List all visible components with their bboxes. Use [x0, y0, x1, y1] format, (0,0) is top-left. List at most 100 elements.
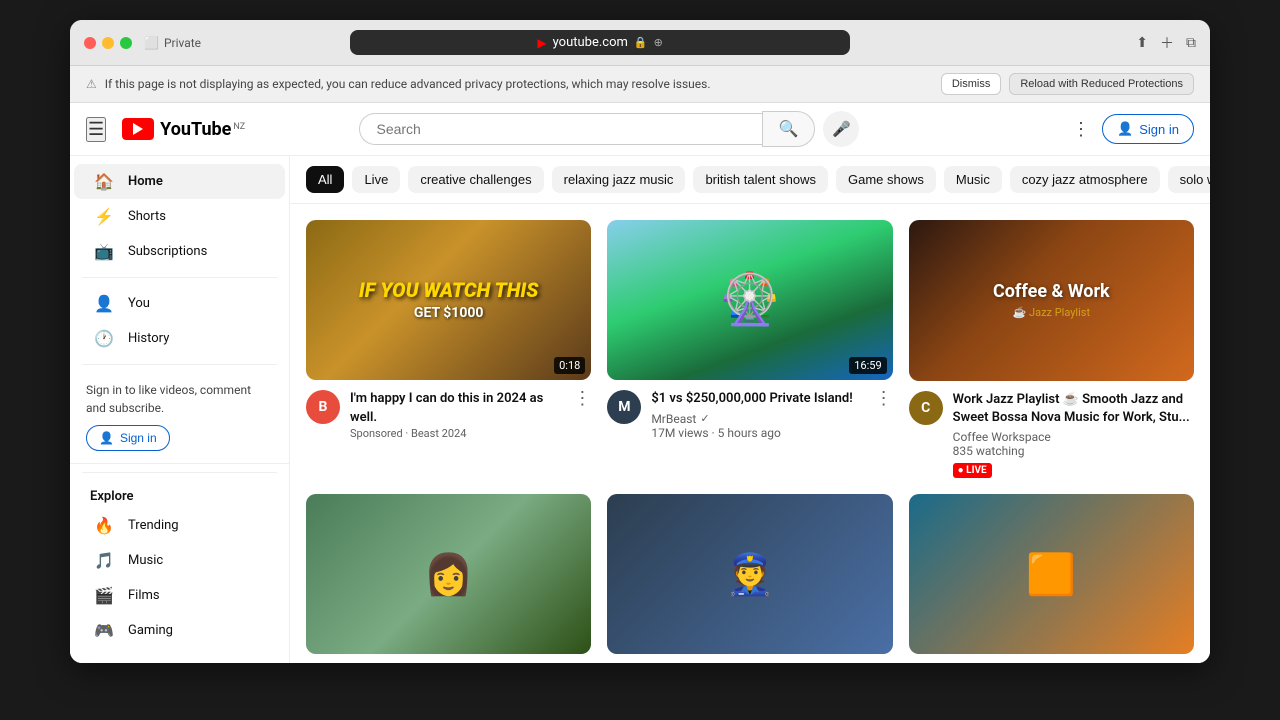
header-right: ⋮ 👤 Sign in	[1072, 114, 1194, 144]
filter-chip-music[interactable]: Music	[944, 166, 1002, 193]
region-label: NZ	[233, 122, 245, 132]
video-info-1: I'm happy I can do this in 2024 as well.…	[350, 390, 563, 439]
maximize-button[interactable]	[120, 37, 132, 49]
search-button[interactable]: 🔍	[762, 111, 816, 147]
filter-chip-relaxing[interactable]: relaxing jazz music	[552, 166, 686, 193]
more-options-2[interactable]: ⋮	[875, 388, 893, 409]
more-options-6[interactable]: ⋮	[1176, 662, 1194, 663]
sidebar-label-subscriptions: Subscriptions	[128, 244, 207, 259]
filter-chip-live[interactable]: Live	[352, 166, 400, 193]
sign-in-section: Sign in to like videos, comment and subs…	[70, 373, 289, 464]
history-icon: 🕐	[94, 329, 114, 348]
sidebar-item-subscriptions[interactable]: 📺 Subscriptions	[74, 234, 285, 269]
thumb-bg-6: 🟧	[909, 494, 1194, 655]
channel-avatar-2: M	[607, 390, 641, 424]
youtube-icon	[122, 118, 154, 140]
more-options-4[interactable]: ⋮	[573, 662, 591, 663]
warning-bar: ⚠ If this page is not displaying as expe…	[70, 66, 1210, 103]
more-options-5[interactable]: ⋮	[875, 662, 893, 663]
share-icon[interactable]: ⬆	[1136, 35, 1148, 51]
video-card-2[interactable]: 🎡 16:59 M $1 vs $250,000,000 Private Isl…	[607, 220, 892, 478]
site-favicon: ▶	[537, 36, 546, 50]
video-channel-2: MrBeast ✓	[651, 412, 864, 426]
sponsored-badge-1: Sponsored · Beast 2024	[350, 427, 563, 440]
filter-bar: All Live creative challenges relaxing ja…	[290, 156, 1210, 204]
filter-chip-all[interactable]: All	[306, 166, 344, 193]
sidebar-item-shorts[interactable]: ⚡ Shorts	[74, 199, 285, 234]
search-bar: 🔍 🎤	[359, 111, 859, 147]
video-card-3[interactable]: Coffee & Work ☕ Jazz Playlist C Work Jaz…	[909, 220, 1194, 478]
mini-person-icon: 👤	[99, 431, 114, 445]
filter-chip-creative[interactable]: creative challenges	[408, 166, 543, 193]
url-bar[interactable]: ▶ youtube.com 🔒 ⊕	[350, 30, 850, 55]
video-card-5[interactable]: 👮 P Police Officers Respond to Unusual C…	[607, 494, 892, 663]
verified-icon-2: ✓	[700, 412, 709, 425]
youtube-logo[interactable]: YouTube NZ	[122, 118, 245, 140]
sidebar-item-music[interactable]: 🎵 Music	[74, 543, 285, 578]
filter-chip-winter[interactable]: solo winter camping	[1168, 166, 1210, 193]
sidebar-label-shorts: Shorts	[128, 209, 166, 224]
video-card-4[interactable]: 👩 U Funny British Lady Meets Dog Named B…	[306, 494, 591, 663]
video-card-1[interactable]: IF YOU WATCH THIS GET $1000 0:18 B I'm h…	[306, 220, 591, 478]
sidebar-divider-1	[82, 277, 277, 278]
mini-sign-in-button[interactable]: 👤 Sign in	[86, 425, 170, 451]
menu-button[interactable]: ☰	[86, 117, 106, 142]
browser-toolbar-right: ⬆ ＋ ⧉	[1136, 33, 1196, 53]
sidebar-divider-2	[82, 364, 277, 365]
duration-badge-1: 0:18	[554, 357, 585, 374]
filter-chip-british[interactable]: british talent shows	[693, 166, 828, 193]
video-channel-3: Coffee Workspace	[953, 430, 1194, 444]
new-tab-icon[interactable]: ＋	[1160, 33, 1174, 53]
gaming-icon: 🎮	[94, 621, 114, 640]
url-text: youtube.com	[553, 35, 628, 50]
sidebar-item-history[interactable]: 🕐 History	[74, 321, 285, 356]
filter-chip-game[interactable]: Game shows	[836, 166, 936, 193]
filter-chip-cozy[interactable]: cozy jazz atmosphere	[1010, 166, 1160, 193]
thumb-headline-1: IF YOU WATCH THIS	[359, 279, 539, 301]
video-stats-3: 835 watching	[953, 444, 1194, 458]
thumb-bg-4: 👩	[306, 494, 591, 654]
sidebar-label-music: Music	[128, 553, 163, 568]
video-meta-2: M $1 vs $250,000,000 Private Island! MrB…	[607, 390, 892, 439]
close-button[interactable]	[84, 37, 96, 49]
channel-avatar-1: B	[306, 390, 340, 424]
thumb-bg-1: IF YOU WATCH THIS GET $1000	[306, 220, 591, 380]
sidebar-item-trending[interactable]: 🔥 Trending	[74, 508, 285, 543]
live-badge-3: ● LIVE	[953, 463, 992, 478]
channel-avatar-3: C	[909, 391, 943, 425]
sidebar-item-home[interactable]: 🏠 Home	[74, 164, 285, 199]
duration-badge-2: 16:59	[849, 357, 886, 374]
thumb-sub-1: GET $1000	[414, 305, 484, 321]
video-info-2: $1 vs $250,000,000 Private Island! MrBea…	[651, 390, 864, 439]
sidebar-item-you[interactable]: 👤 You	[74, 286, 285, 321]
minimize-button[interactable]	[102, 37, 114, 49]
settings-icon: ⊕	[654, 36, 663, 49]
ferris-wheel-emoji: 🎡	[719, 271, 781, 329]
sidebar-label-home: Home	[128, 174, 163, 189]
dismiss-button[interactable]: Dismiss	[941, 73, 1002, 95]
reload-reduced-button[interactable]: Reload with Reduced Protections	[1009, 73, 1194, 95]
sidebar-item-gaming[interactable]: 🎮 Gaming	[74, 613, 285, 648]
private-icon: ⬜	[144, 36, 159, 50]
coffee-sub: ☕ Jazz Playlist	[1013, 306, 1090, 319]
video-card-6[interactable]: 🟧 A Crazy Raft Challenge on Open Water A…	[909, 494, 1194, 663]
video-title-1: I'm happy I can do this in 2024 as well.	[350, 390, 563, 426]
tab-overview-icon[interactable]: ⧉	[1186, 35, 1196, 51]
warning-message: If this page is not displaying as expect…	[105, 77, 711, 91]
shorts-icon: ⚡	[94, 207, 114, 226]
main-content: All Live creative challenges relaxing ja…	[290, 156, 1210, 663]
thumb-emoji-4: 👩	[424, 551, 474, 598]
more-options-1[interactable]: ⋮	[573, 388, 591, 409]
youtube-header: ☰ YouTube NZ 🔍 🎤 ⋮ 👤 Sign in	[70, 103, 1210, 156]
sidebar-label-films: Films	[128, 588, 160, 603]
more-options-button[interactable]: ⋮	[1072, 119, 1090, 140]
trending-icon: 🔥	[94, 516, 114, 535]
traffic-lights	[84, 37, 132, 49]
explore-section-title: Explore	[70, 481, 289, 508]
sidebar-item-films[interactable]: 🎬 Films	[74, 578, 285, 613]
search-input[interactable]	[359, 113, 761, 145]
sidebar-divider-3	[82, 472, 277, 473]
microphone-button[interactable]: 🎤	[823, 111, 859, 147]
thumbnail-4: 👩	[306, 494, 591, 654]
sign-in-button[interactable]: 👤 Sign in	[1102, 114, 1194, 144]
